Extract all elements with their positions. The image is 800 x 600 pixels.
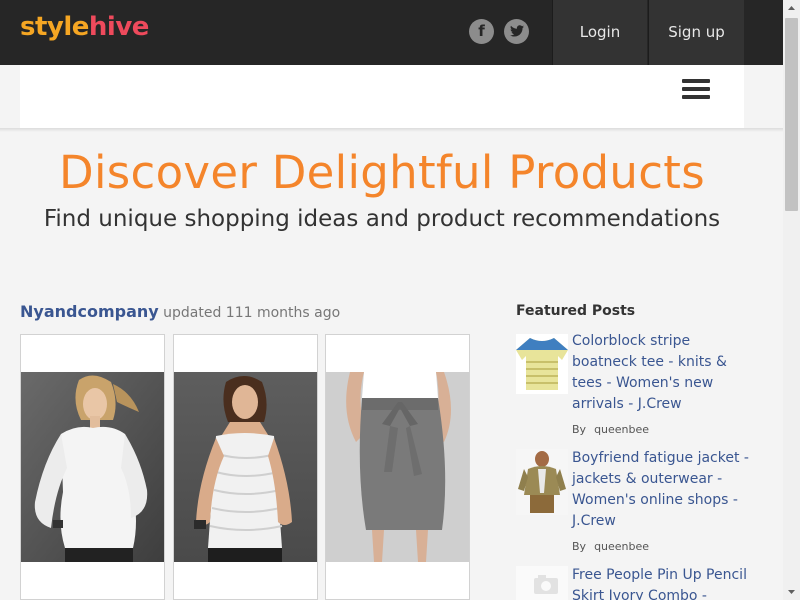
product-card[interactable]	[173, 334, 318, 600]
hero-title: Discover Delightful Products	[59, 146, 705, 199]
hero-subtitle: Find unique shopping ideas and product r…	[43, 206, 721, 232]
facebook-icon[interactable]: f	[469, 19, 494, 44]
product-card[interactable]	[20, 334, 165, 600]
featured-post-link[interactable]: Colorblock stripe boatneck tee - knits &…	[572, 331, 752, 415]
twitter-icon[interactable]	[504, 19, 529, 44]
featured-post-link[interactable]: Free People Pin Up Pencil Skirt Ivory Co…	[572, 565, 752, 600]
featured-posts-title: Featured Posts	[516, 303, 636, 319]
stylehive-logo[interactable]: stylehive	[20, 12, 149, 42]
menu-bar	[682, 87, 710, 91]
nav-panel	[20, 65, 744, 128]
menu-bar	[682, 79, 710, 83]
camera-placeholder-icon	[516, 566, 568, 600]
top-bar: stylehive f Login Sign up	[0, 0, 783, 65]
featured-thumb-placeholder[interactable]	[516, 566, 568, 600]
hamburger-menu-icon[interactable]	[682, 79, 710, 100]
byline-user-link[interactable]: queenbee	[594, 540, 649, 553]
logo-text-hive: hive	[88, 12, 150, 42]
byline-user-link[interactable]: queenbee	[594, 423, 649, 436]
byline-label: By	[572, 423, 587, 436]
byline-label: By	[572, 540, 587, 553]
login-button[interactable]: Login	[552, 0, 647, 65]
product-image-blouse	[21, 372, 164, 562]
post-updated-text: updated 111 months ago	[163, 305, 341, 321]
signup-button[interactable]: Sign up	[648, 0, 744, 65]
product-card[interactable]	[325, 334, 470, 600]
product-image-ruffle-top	[174, 372, 317, 562]
logo-text-style: style	[20, 12, 89, 42]
menu-bar	[682, 95, 710, 99]
vertical-scrollbar[interactable]	[783, 0, 800, 600]
scroll-up-arrow-icon[interactable]	[783, 0, 800, 17]
scrollbar-thumb[interactable]	[785, 18, 798, 211]
featured-post-link[interactable]: Boyfriend fatigue jacket - jackets & out…	[572, 448, 752, 532]
striped-tee-image	[516, 338, 568, 390]
post-header: Nyandcompany updated 111 months ago	[20, 302, 340, 321]
scroll-down-arrow-icon[interactable]	[783, 583, 800, 600]
nav-divider	[0, 128, 783, 132]
fatigue-jacket-image	[516, 449, 568, 515]
featured-post-byline: By queenbee	[572, 540, 649, 553]
facebook-glyph: f	[478, 22, 485, 40]
featured-post-byline: By queenbee	[572, 423, 649, 436]
twitter-bird-shape	[509, 25, 524, 37]
featured-thumb-striped-tee[interactable]	[516, 334, 568, 394]
featured-thumb-fatigue-jacket[interactable]	[516, 449, 568, 515]
post-author-link[interactable]: Nyandcompany	[20, 302, 159, 321]
product-image-grey-skirt	[326, 372, 469, 562]
